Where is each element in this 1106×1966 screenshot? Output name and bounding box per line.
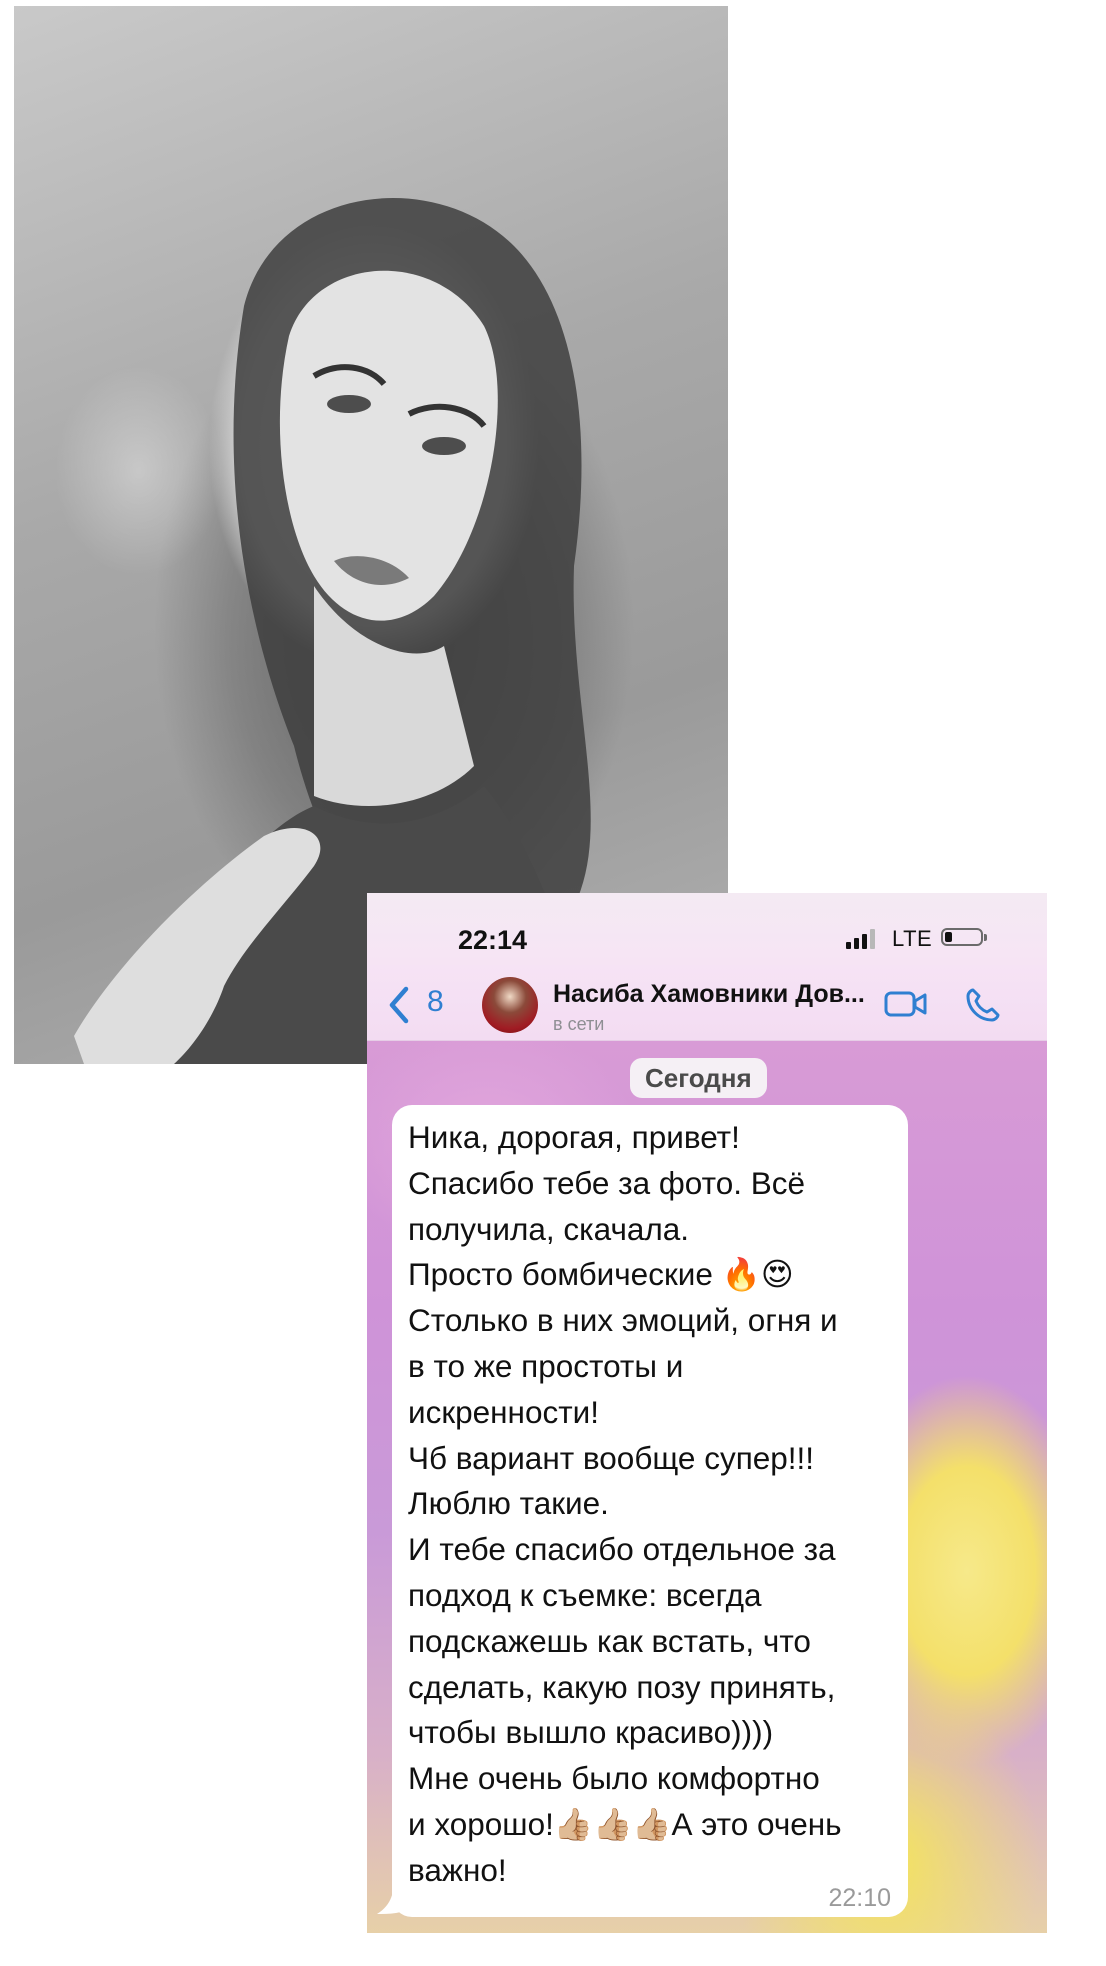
chat-screenshot: 22:14 LTE 8 Насиба Хамовники Дов... в се… xyxy=(367,893,1047,1933)
battery-level xyxy=(945,932,952,942)
status-bar: 22:14 LTE xyxy=(367,893,1047,965)
message-text: Ника, дорогая, привет! Спасибо тебе за ф… xyxy=(408,1119,842,1888)
phone-call-icon[interactable] xyxy=(965,987,1001,1023)
network-type: LTE xyxy=(892,926,933,951)
status-time: 22:14 xyxy=(458,925,528,955)
chat-header: 8 Насиба Хамовники Дов... в сети xyxy=(367,965,1047,1041)
video-call-icon[interactable] xyxy=(884,989,928,1019)
contact-name[interactable]: Насиба Хамовники Дов... xyxy=(553,980,869,1009)
contact-avatar[interactable] xyxy=(482,977,538,1033)
message-timestamp: 22:10 xyxy=(828,1884,891,1912)
date-separator: Сегодня xyxy=(630,1058,767,1098)
unread-count[interactable]: 8 xyxy=(427,985,444,1019)
bubble-tail xyxy=(377,1888,401,1914)
incoming-message-bubble[interactable]: Ника, дорогая, привет! Спасибо тебе за ф… xyxy=(392,1105,908,1917)
contact-online-status: в сети xyxy=(553,1014,605,1034)
battery-icon xyxy=(941,928,987,946)
chat-area: Сегодня Ника, дорогая, привет! Спасибо т… xyxy=(367,1041,1047,1933)
back-chevron-icon[interactable] xyxy=(386,985,412,1025)
signal-strength-icon xyxy=(846,929,875,949)
